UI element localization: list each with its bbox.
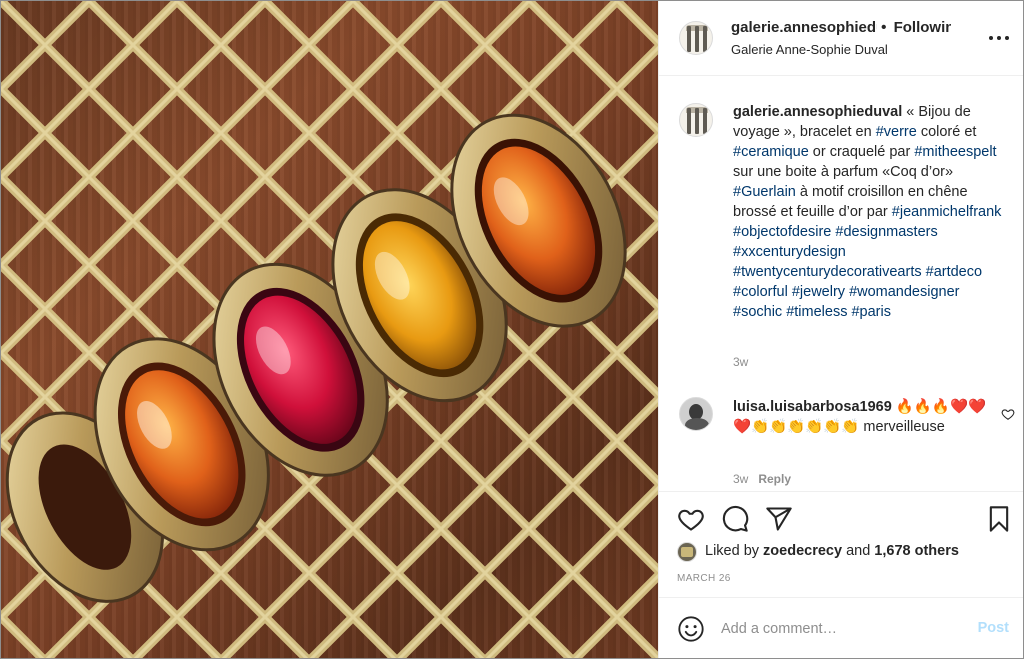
post-side-panel: galerie.annesophieduval • Following Gale… bbox=[658, 1, 1023, 658]
liked-by-middle: and bbox=[842, 543, 875, 559]
liker-avatar[interactable] bbox=[677, 542, 697, 562]
likes-count-link[interactable]: 1,678 others bbox=[874, 543, 959, 559]
hashtag-link[interactable]: #designmasters bbox=[835, 224, 937, 240]
hashtag-link[interactable]: #xxcenturydesign bbox=[733, 244, 846, 260]
likes-summary: Liked by zoedecrecy and 1,678 others bbox=[705, 543, 959, 559]
comments-area: galerie.annesophieduval « Bijou de voyag… bbox=[659, 77, 1023, 492]
author-avatar[interactable] bbox=[679, 21, 713, 55]
liker-username-link[interactable]: zoedecrecy bbox=[763, 543, 842, 559]
caption-text: « Bijou de voyage », bracelet en #verre … bbox=[733, 104, 1001, 320]
hashtag-link[interactable]: #colorful bbox=[733, 284, 788, 300]
caption-author-avatar[interactable] bbox=[679, 103, 713, 137]
post-header: galerie.annesophieduval • Following Gale… bbox=[659, 1, 1023, 76]
hashtag-link[interactable]: #womandesigner bbox=[849, 284, 959, 300]
post-caption: galerie.annesophieduval « Bijou de voyag… bbox=[733, 102, 1008, 322]
comment-input[interactable] bbox=[721, 618, 961, 640]
caption-username-link[interactable]: galerie.annesophieduval bbox=[733, 104, 902, 120]
hashtag-link[interactable]: #objectofdesire bbox=[733, 224, 831, 240]
hashtag-link[interactable]: #verre bbox=[876, 124, 917, 140]
hashtag-link[interactable]: #paris bbox=[851, 304, 891, 320]
author-location[interactable]: Galerie Anne-Sophie Duval bbox=[731, 42, 888, 57]
reply-button[interactable]: Reply bbox=[758, 472, 791, 486]
following-button[interactable]: Following bbox=[894, 19, 951, 36]
instagram-post-window: galerie.annesophieduval • Following Gale… bbox=[0, 0, 1024, 659]
hashtag-link[interactable]: #artdeco bbox=[926, 264, 982, 280]
comment-time[interactable]: 3w bbox=[733, 472, 748, 486]
comment-like-heart-icon[interactable] bbox=[1001, 407, 1015, 421]
caption-text-segment: coloré et bbox=[916, 124, 977, 140]
hashtag-link[interactable]: #mitheespelt bbox=[914, 144, 996, 160]
caption-text-segment: or craquelé par bbox=[808, 144, 915, 160]
comment: luisa.luisabarbosa1969 🔥🔥🔥❤️❤️❤️👏👏👏👏👏👏 m… bbox=[733, 397, 1003, 437]
header-user-line: galerie.annesophieduval • Following bbox=[731, 19, 951, 36]
add-comment-bar: Post bbox=[659, 597, 1023, 658]
author-username-link[interactable]: galerie.annesophieduval bbox=[731, 19, 877, 36]
caption-text-segment: sur une boite à parfum «Coq d’or» bbox=[733, 164, 954, 180]
comment-meta: 3w Reply bbox=[733, 472, 791, 486]
liked-by-prefix: Liked by bbox=[705, 543, 764, 559]
more-horizontal-icon[interactable] bbox=[987, 25, 1011, 49]
hashtag-link[interactable]: #timeless bbox=[786, 304, 847, 320]
hashtag-link[interactable]: #ceramique bbox=[733, 144, 809, 160]
caption-time[interactable]: 3w bbox=[733, 355, 748, 369]
paper-plane-icon[interactable] bbox=[765, 505, 793, 533]
like-heart-icon[interactable] bbox=[677, 505, 705, 533]
hashtag-link[interactable]: #jeanmichelfrank bbox=[892, 204, 1002, 220]
separator-dot: • bbox=[881, 19, 887, 36]
commenter-username-link[interactable]: luisa.luisabarbosa1969 bbox=[733, 399, 892, 415]
post-date[interactable]: MARCH 26 bbox=[677, 573, 731, 584]
comment-bubble-icon[interactable] bbox=[721, 505, 749, 533]
post-photo[interactable] bbox=[1, 1, 658, 658]
commenter-avatar[interactable] bbox=[679, 397, 713, 431]
photo-illustration bbox=[1, 1, 658, 658]
post-button[interactable]: Post bbox=[978, 620, 1009, 636]
hashtag-link[interactable]: #twentycenturydecorativearts bbox=[733, 264, 922, 280]
hashtag-link[interactable]: #jewelry bbox=[792, 284, 845, 300]
smiley-icon[interactable] bbox=[677, 615, 705, 643]
hashtag-link[interactable]: #Guerlain bbox=[733, 184, 796, 200]
hashtag-link[interactable]: #sochic bbox=[733, 304, 782, 320]
bookmark-icon[interactable] bbox=[985, 505, 1013, 533]
